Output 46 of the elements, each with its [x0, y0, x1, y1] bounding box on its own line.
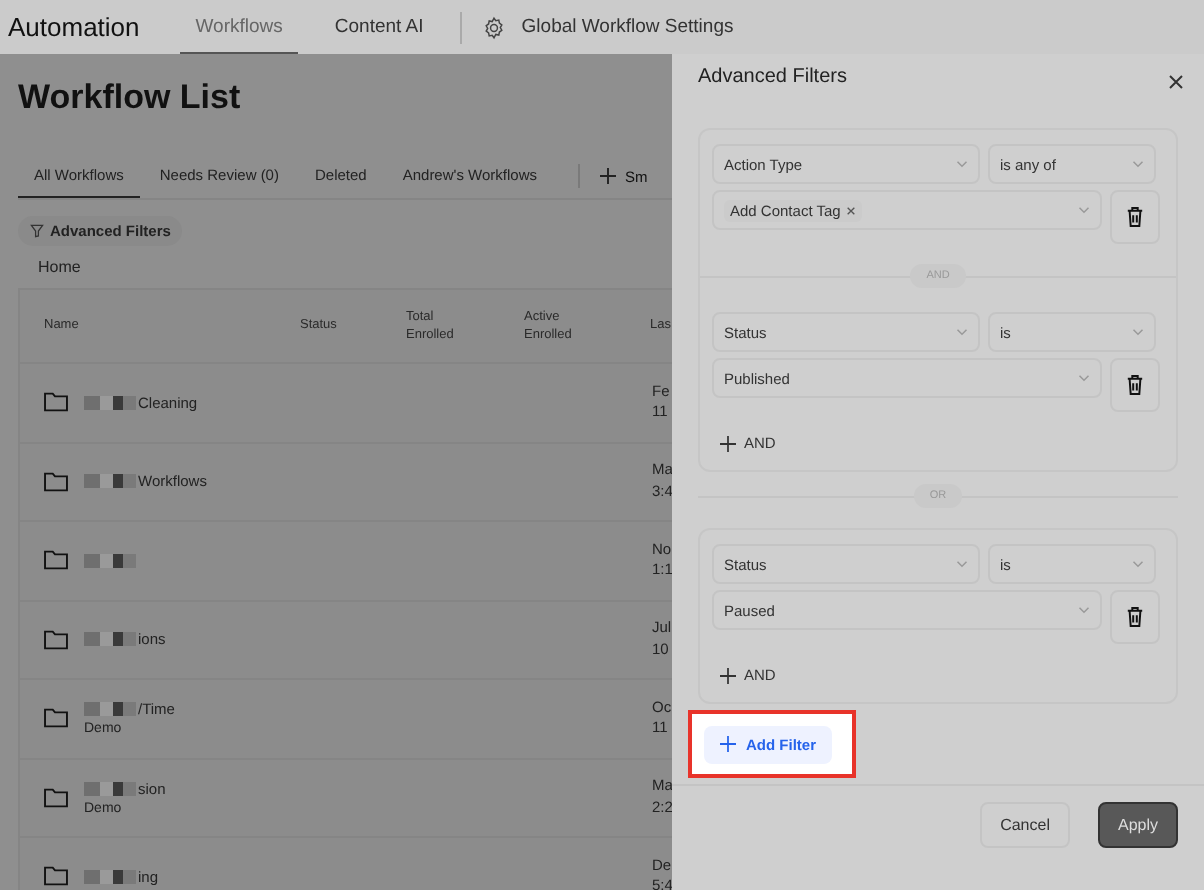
footer-button[interactable]: Cancel	[980, 802, 1070, 848]
redacted-text	[84, 553, 136, 568]
chevron-icon	[1078, 606, 1090, 614]
filter-icon	[30, 224, 44, 238]
folder-icon	[44, 787, 68, 808]
plus-icon[interactable]	[599, 168, 615, 184]
page-title: Workflow List	[18, 78, 243, 118]
delete-button[interactable]	[1110, 590, 1160, 644]
plus-icon	[720, 667, 736, 683]
plus-icon	[720, 736, 736, 752]
chevron-icon	[956, 328, 968, 336]
plus-icon	[720, 435, 736, 451]
chevron-icon	[1132, 328, 1144, 336]
chevron-icon	[1132, 160, 1144, 168]
drawer-title: Advanced Filters	[698, 66, 847, 88]
chevron-icon	[956, 160, 968, 168]
footer-button[interactable]: Apply	[1097, 802, 1178, 848]
folder-icon	[44, 866, 68, 887]
brand-title: Automation	[8, 12, 140, 42]
folder-icon	[44, 708, 68, 729]
trash-icon	[1126, 606, 1144, 628]
breadcrumb[interactable]: Home	[38, 258, 672, 276]
chevron-icon	[956, 560, 968, 568]
settings-link[interactable]: Global Workflow Settings	[521, 16, 734, 38]
chevron-icon	[1132, 560, 1144, 568]
nav-tab[interactable]: Content AI	[318, 0, 440, 54]
chevron-icon	[1078, 374, 1090, 382]
delete-button[interactable]	[1110, 358, 1160, 412]
folder-icon	[44, 629, 68, 650]
folder-icon	[44, 471, 68, 492]
redacted-text	[84, 781, 136, 796]
folder-icon	[44, 392, 68, 413]
redacted-text	[84, 632, 136, 647]
close-icon	[1168, 74, 1184, 90]
chevron-icon	[1078, 206, 1090, 214]
folder-icon	[44, 550, 68, 571]
trash-icon	[1126, 374, 1144, 396]
settings-icon[interactable]	[481, 15, 506, 39]
remove-icon[interactable]	[846, 205, 857, 215]
redacted-text	[84, 869, 136, 884]
delete-button[interactable]	[1110, 190, 1160, 244]
redacted-text	[84, 474, 136, 489]
trash-icon	[1126, 206, 1144, 228]
nav-tab[interactable]: Workflows	[179, 0, 299, 54]
redacted-text	[84, 702, 136, 717]
redacted-text	[84, 395, 136, 410]
